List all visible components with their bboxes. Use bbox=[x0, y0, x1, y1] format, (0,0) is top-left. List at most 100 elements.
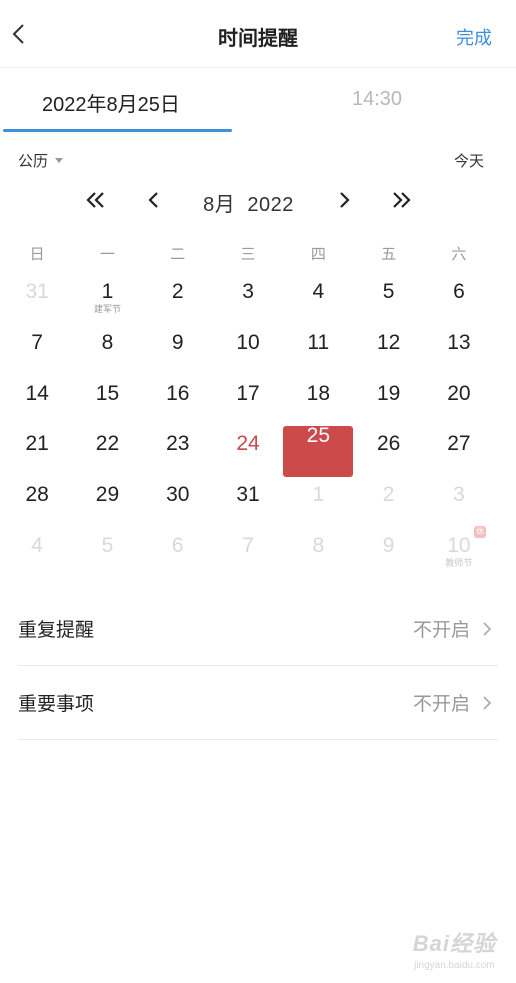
day-cell[interactable]: 5 bbox=[72, 524, 142, 575]
day-cell[interactable]: 8 bbox=[283, 524, 353, 575]
tab-date[interactable]: 2022年8月25日 bbox=[42, 88, 180, 117]
day-cell[interactable]: 29 bbox=[72, 473, 142, 524]
day-number: 10 bbox=[236, 330, 260, 354]
day-cell[interactable]: 27 bbox=[424, 422, 494, 473]
festival-label: 教师节 bbox=[445, 557, 473, 568]
done-button[interactable]: 完成 bbox=[456, 24, 492, 50]
chevron-right-icon bbox=[483, 695, 492, 710]
day-cell[interactable]: 11 bbox=[283, 321, 353, 372]
day-cell[interactable]: 20 bbox=[424, 372, 494, 423]
day-number: 2 bbox=[382, 483, 395, 507]
day-number: 9 bbox=[171, 330, 184, 354]
month-label: 8月 bbox=[203, 194, 236, 216]
day-number: 6 bbox=[453, 280, 465, 303]
today-button[interactable]: 今天 bbox=[454, 150, 484, 171]
active-tab-indicator bbox=[3, 129, 232, 132]
weekday-label: 六 bbox=[451, 246, 467, 263]
date-time-tabs: 2022年8月25日 14:30 bbox=[0, 68, 516, 132]
day-cell[interactable]: 16 bbox=[143, 372, 213, 423]
day-cell[interactable]: 9 bbox=[143, 321, 213, 372]
day-number: 4 bbox=[31, 533, 43, 557]
month-navigation: 8月 2022 bbox=[0, 182, 516, 218]
day-cell[interactable]: 1 建军节 bbox=[72, 270, 142, 321]
day-cell[interactable]: 19 bbox=[353, 372, 423, 423]
chevron-right-icon[interactable] bbox=[330, 186, 358, 214]
repeat-reminder-label: 重复提醒 bbox=[18, 620, 95, 641]
day-cell[interactable]: 14 bbox=[2, 372, 72, 423]
day-cell[interactable]: 2 bbox=[353, 473, 423, 524]
repeat-reminder-row[interactable]: 重复提醒 不开启 bbox=[18, 592, 498, 666]
day-cell[interactable]: 10 教师节 休 bbox=[424, 524, 494, 575]
day-number: 13 bbox=[447, 330, 471, 354]
month-year-label: 8月 2022 bbox=[176, 188, 321, 217]
day-number: 18 bbox=[306, 381, 331, 405]
day-cell[interactable]: 30 bbox=[143, 473, 213, 524]
chevron-left-icon[interactable] bbox=[140, 186, 168, 214]
day-cell[interactable]: 12 bbox=[353, 321, 423, 372]
day-number: 7 bbox=[31, 330, 43, 354]
day-cell[interactable]: 4 bbox=[283, 270, 353, 321]
day-cell[interactable]: 6 bbox=[424, 270, 494, 321]
day-number: 20 bbox=[447, 381, 471, 405]
double-chevron-right-icon[interactable] bbox=[387, 186, 415, 214]
day-cell[interactable]: 17 bbox=[213, 372, 283, 423]
header-bar: 时间提醒 完成 bbox=[0, 0, 516, 68]
day-number: 25 bbox=[306, 424, 331, 448]
day-cell[interactable]: 7 bbox=[213, 524, 283, 575]
day-cell[interactable]: 22 bbox=[72, 422, 142, 473]
weekday-label: 五 bbox=[381, 246, 397, 263]
watermark-url: jingyan.baidu.com bbox=[414, 960, 495, 971]
day-cell[interactable]: 31 bbox=[213, 473, 283, 524]
selected-day-cell[interactable]: 25 bbox=[283, 422, 354, 478]
day-number: 10 bbox=[447, 533, 471, 557]
day-number: 8 bbox=[101, 330, 114, 354]
day-cell[interactable]: 13 bbox=[424, 321, 494, 372]
caret-down-icon bbox=[55, 158, 64, 163]
calendar-type-label: 公历 bbox=[18, 153, 49, 170]
day-number: 5 bbox=[101, 533, 114, 557]
important-item-value: 不开启 bbox=[412, 694, 470, 715]
tab-time[interactable]: 14:30 bbox=[352, 88, 402, 111]
day-number: 7 bbox=[242, 533, 254, 557]
weekday-header: 日 一 二 三 四 五 六 bbox=[2, 243, 514, 264]
day-cell[interactable]: 9 bbox=[353, 524, 423, 575]
important-item-row[interactable]: 重要事项 不开启 bbox=[18, 666, 498, 740]
day-cell[interactable]: 8 bbox=[72, 321, 142, 372]
day-number: 24 bbox=[236, 432, 260, 456]
day-cell[interactable]: 26 bbox=[353, 422, 423, 473]
weekday-label: 一 bbox=[99, 246, 115, 263]
calendar-type-dropdown[interactable]: 公历 bbox=[18, 150, 64, 171]
important-item-control: 不开启 bbox=[413, 689, 494, 716]
day-number: 29 bbox=[95, 483, 120, 507]
day-cell[interactable]: 5 bbox=[353, 270, 423, 321]
day-cell[interactable]: 10 bbox=[213, 321, 283, 372]
repeat-reminder-control: 不开启 bbox=[413, 615, 494, 642]
double-chevron-left-icon[interactable] bbox=[82, 186, 110, 214]
day-cell[interactable]: 4 bbox=[2, 524, 72, 575]
day-cell[interactable]: 2 bbox=[143, 270, 213, 321]
day-cell[interactable]: 6 bbox=[143, 524, 213, 575]
day-number: 5 bbox=[382, 280, 395, 303]
day-cell[interactable]: 3 bbox=[213, 270, 283, 321]
day-cell[interactable]: 24 bbox=[213, 422, 283, 473]
chevron-right-icon bbox=[483, 621, 492, 636]
day-cell[interactable]: 21 bbox=[2, 422, 72, 473]
day-cell[interactable]: 28 bbox=[2, 473, 72, 524]
day-cell[interactable]: 3 bbox=[424, 473, 494, 524]
day-cell[interactable]: 15 bbox=[72, 372, 142, 423]
day-cell[interactable]: 31 bbox=[2, 270, 72, 321]
day-cell[interactable]: 23 bbox=[143, 422, 213, 473]
watermark-logo: Bai经验 bbox=[412, 931, 496, 956]
day-number: 8 bbox=[312, 533, 325, 557]
day-number: 17 bbox=[236, 381, 260, 405]
day-number: 31 bbox=[236, 483, 260, 507]
day-number: 19 bbox=[376, 381, 401, 405]
day-number: 3 bbox=[242, 280, 254, 303]
day-number: 3 bbox=[453, 483, 465, 507]
day-number: 28 bbox=[25, 483, 49, 507]
day-cell[interactable]: 7 bbox=[2, 321, 72, 372]
day-cell[interactable]: 1 bbox=[283, 473, 353, 524]
day-cell[interactable]: 18 bbox=[283, 372, 353, 423]
day-number: 12 bbox=[376, 330, 401, 354]
year-label: 2022 bbox=[247, 194, 294, 216]
